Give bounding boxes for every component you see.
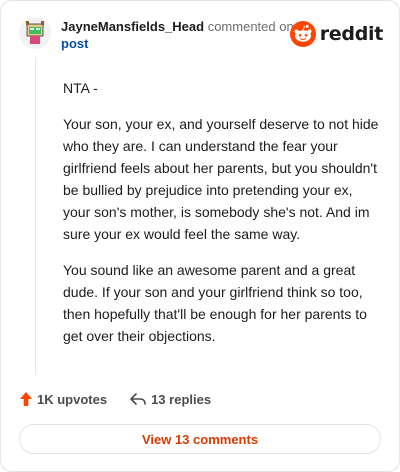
upvote-arrow-icon	[20, 392, 32, 406]
comment-body: NTA - Your son, your ex, and yourself de…	[63, 77, 383, 361]
comment-card: JayneMansfields_Head commented on post r…	[0, 0, 400, 472]
comment-action-text: commented on	[207, 19, 294, 34]
replies-stat[interactable]: 13 replies	[129, 391, 211, 407]
comment-paragraph: Your son, your ex, and yourself deserve …	[63, 116, 379, 242]
replies-count: 13 replies	[151, 391, 212, 407]
comment-meta: JayneMansfields_Head commented on post	[61, 18, 311, 52]
username-link[interactable]: JayneMansfields_Head	[61, 19, 204, 34]
view-comments-button[interactable]: View 13 comments	[19, 424, 381, 454]
post-link[interactable]: post	[61, 35, 311, 52]
upvotes-count: 1K upvotes	[37, 391, 108, 407]
reddit-wordmark: reddit	[319, 23, 384, 45]
comment-paragraph: NTA -	[63, 80, 98, 96]
upvotes-stat[interactable]: 1K upvotes	[19, 391, 107, 407]
reply-arrow-icon	[130, 393, 146, 405]
user-avatar[interactable]	[19, 17, 51, 49]
comment-stats: 1K upvotes 13 replies	[19, 389, 211, 409]
thread-line[interactable]	[35, 57, 36, 375]
comment-header: JayneMansfields_Head commented on post r…	[19, 15, 383, 55]
comment-paragraph: You sound like an awesome parent and a g…	[63, 262, 367, 344]
reddit-logo: reddit	[289, 21, 384, 47]
reddit-snoo-icon	[289, 21, 316, 47]
snoo-avatar-icon	[19, 17, 51, 49]
